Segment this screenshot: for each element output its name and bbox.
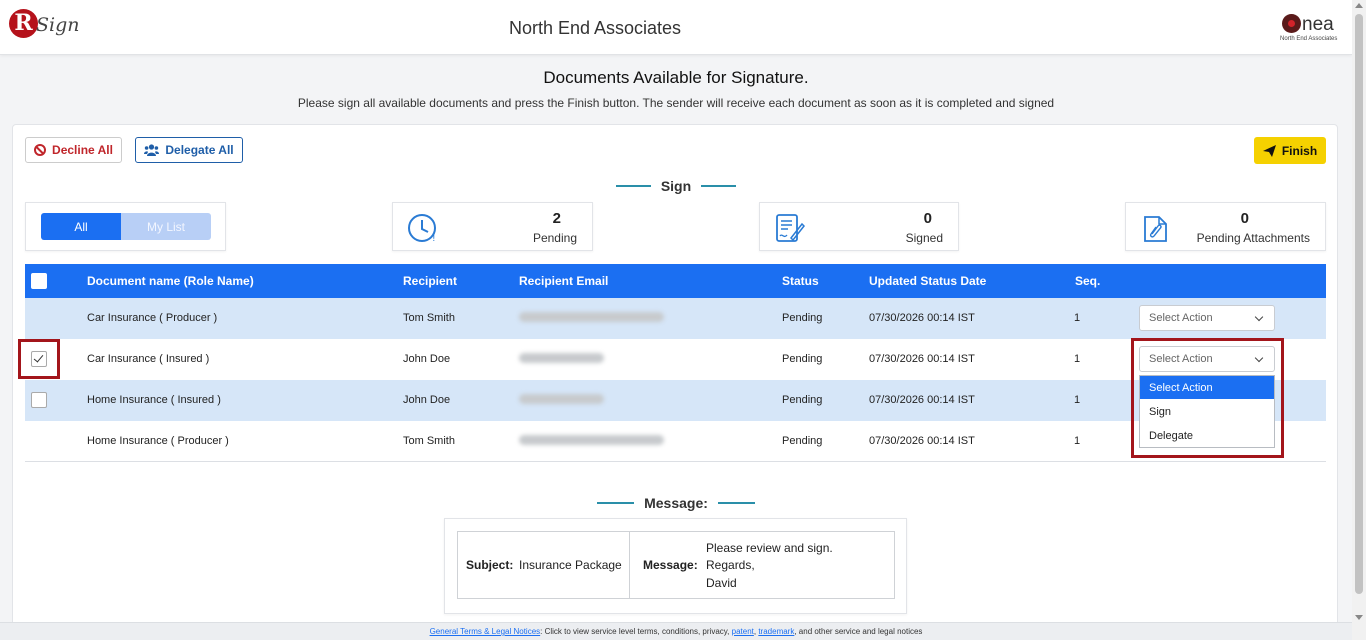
message-heading: Message: xyxy=(596,492,756,514)
row-checkbox[interactable] xyxy=(31,392,47,408)
signed-document-icon xyxy=(776,214,806,242)
partner-logo-sub: North End Associates xyxy=(1280,36,1338,42)
row-seq: 1 xyxy=(1074,312,1081,324)
scroll-thumb[interactable] xyxy=(1355,14,1363,594)
heading-line-left xyxy=(597,502,635,504)
filter-all-tab[interactable]: All xyxy=(41,213,121,240)
row-date: 07/30/2026 00:14 IST xyxy=(869,312,975,324)
heading-line-right xyxy=(717,502,755,504)
row-document-name[interactable]: Car Insurance ( Producer ) xyxy=(87,312,217,324)
row-status: Pending xyxy=(782,435,823,447)
decline-all-label: Decline All xyxy=(52,143,113,157)
stat-signed-value: 0 xyxy=(923,210,932,227)
row-date: 07/30/2026 00:14 IST xyxy=(869,435,975,447)
delegate-all-button[interactable]: Delegate All xyxy=(135,137,243,163)
message-line-1: Please review and sign. xyxy=(706,541,833,555)
filter-mylist-tab[interactable]: My List xyxy=(121,213,211,240)
row-email-redacted xyxy=(519,435,664,445)
decline-all-button[interactable]: Decline All xyxy=(25,137,122,163)
row-email-redacted xyxy=(519,353,604,363)
page-title: Documents Available for Signature. xyxy=(543,68,809,87)
heading-line-right xyxy=(701,185,736,187)
page-scrollbar[interactable] xyxy=(1352,0,1366,640)
ban-icon xyxy=(34,144,47,156)
message-heading-label: Message: xyxy=(644,495,708,511)
stat-pending-label: Pending xyxy=(532,231,577,245)
dropdown-highlight xyxy=(1131,338,1284,458)
row-seq: 1 xyxy=(1074,435,1081,447)
row-recipient: John Doe xyxy=(403,353,451,365)
stat-attachments-value: 0 xyxy=(1240,210,1249,227)
row-status: Pending xyxy=(782,353,823,365)
sign-section-label: Sign xyxy=(660,178,692,194)
attachment-icon xyxy=(1144,216,1167,242)
subject-label: Subject: xyxy=(466,558,514,572)
scroll-up-icon[interactable] xyxy=(1355,3,1363,8)
footer-text-3: , and other service and legal notices xyxy=(794,627,923,636)
stat-attachments: 0 Pending Attachments xyxy=(1125,202,1326,251)
select-all-checkbox[interactable] xyxy=(31,273,47,289)
send-icon xyxy=(1262,144,1276,157)
finish-button[interactable]: Finish xyxy=(1254,137,1326,164)
row-seq: 1 xyxy=(1074,353,1081,365)
message-label: Message: xyxy=(643,558,698,572)
patent-link[interactable]: patent xyxy=(732,627,754,636)
row-document-name[interactable]: Car Insurance ( Insured ) xyxy=(87,353,209,365)
footer-text-1: : Click to view service level terms, con… xyxy=(540,627,732,636)
row-recipient: Tom Smith xyxy=(403,312,455,324)
heading-line-left xyxy=(616,185,651,187)
stat-signed: 0 Signed xyxy=(759,202,959,251)
row-action-select[interactable]: Select Action xyxy=(1139,305,1275,331)
col-updated-status-date[interactable]: Updated Status Date xyxy=(869,274,986,288)
checkbox-highlight xyxy=(18,339,60,379)
col-recipient[interactable]: Recipient xyxy=(403,274,457,288)
row-document-name[interactable]: Home Insurance ( Insured ) xyxy=(87,394,221,406)
message-line-2: Regards, xyxy=(706,558,755,572)
row-action-value: Select Action xyxy=(1149,312,1213,324)
scroll-down-icon[interactable] xyxy=(1355,615,1363,620)
partner-logo-word: nea xyxy=(1302,14,1334,35)
message-line-3: David xyxy=(706,576,737,590)
row-date: 07/30/2026 00:14 IST xyxy=(869,353,975,365)
col-status[interactable]: Status xyxy=(782,274,819,288)
row-email-redacted xyxy=(519,312,664,322)
users-icon xyxy=(144,144,160,156)
filter-toggle: All My List xyxy=(25,202,226,251)
col-recipient-email[interactable]: Recipient Email xyxy=(519,274,608,288)
row-recipient: Tom Smith xyxy=(403,435,455,447)
legal-footer: General Terms & Legal Notices: Click to … xyxy=(0,622,1352,640)
row-seq: 1 xyxy=(1074,394,1081,406)
top-bar: R Sign North End Associates nea North En… xyxy=(0,0,1352,55)
chevron-down-icon xyxy=(1254,312,1264,322)
row-document-name[interactable]: Home Insurance ( Producer ) xyxy=(87,435,229,447)
clock-icon: ! xyxy=(408,214,436,244)
message-divider xyxy=(629,531,630,599)
company-name: North End Associates xyxy=(508,18,682,38)
table-header: Document name (Role Name) Recipient Reci… xyxy=(25,264,1326,298)
sign-section-heading: Sign xyxy=(616,176,736,196)
legal-notices-link[interactable]: General Terms & Legal Notices xyxy=(430,627,541,636)
trademark-link[interactable]: trademark xyxy=(758,627,794,636)
stat-pending-value: 2 xyxy=(552,210,561,227)
page-subtitle: Please sign all available documents and … xyxy=(297,96,1055,110)
partner-logo-icon xyxy=(1282,14,1301,33)
stat-attachments-label: Pending Attachments xyxy=(1196,231,1310,245)
row-recipient: John Doe xyxy=(403,394,451,406)
table-row: Car Insurance ( Producer ) Tom Smith Pen… xyxy=(25,298,1326,339)
partner-logo: nea North End Associates xyxy=(1280,12,1342,46)
row-date: 07/30/2026 00:14 IST xyxy=(869,394,975,406)
col-document-name[interactable]: Document name (Role Name) xyxy=(87,274,254,288)
row-status: Pending xyxy=(782,394,823,406)
stat-signed-label: Signed xyxy=(905,231,943,245)
delegate-all-label: Delegate All xyxy=(165,143,234,157)
col-seq[interactable]: Seq. xyxy=(1075,274,1100,288)
svg-text:!: ! xyxy=(432,234,436,244)
stat-pending: ! 2 Pending xyxy=(392,202,593,251)
subject-value: Insurance Package xyxy=(519,558,622,572)
finish-label: Finish xyxy=(1281,143,1318,158)
row-status: Pending xyxy=(782,312,823,324)
row-email-redacted xyxy=(519,394,604,404)
